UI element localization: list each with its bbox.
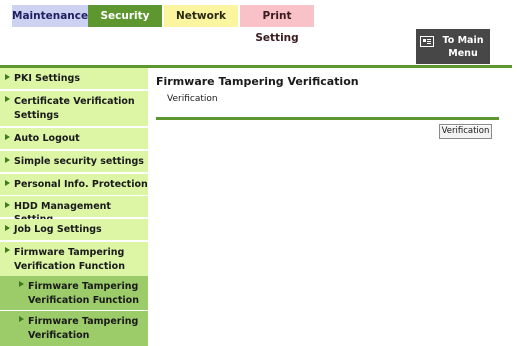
tab-network[interactable]: Network	[164, 5, 238, 27]
sidebar-item-label-line2: Verification Function	[14, 261, 125, 272]
sidebar: PKI Settings Certificate Verification Se…	[0, 68, 148, 346]
sidebar-item-label-line1: Firmware Tampering	[28, 281, 139, 292]
sidebar-item-job-log-settings[interactable]: Job Log Settings	[0, 219, 148, 240]
verification-button[interactable]: Verification	[439, 124, 492, 139]
sidebar-subitem-firmware-tampering-function[interactable]: Firmware Tampering Verification Function	[0, 276, 148, 310]
sidebar-item-label-line1: Firmware Tampering	[28, 316, 139, 327]
arrow-right-icon	[5, 96, 10, 102]
sidebar-item-label-line2: Verification	[28, 330, 90, 341]
arrow-right-icon	[5, 134, 10, 140]
to-main-menu-label: To Main Menu	[438, 34, 488, 60]
sidebar-item-label-line1: Firmware Tampering	[14, 247, 125, 258]
sidebar-item-label: Simple security settings	[14, 156, 144, 167]
content-divider	[156, 117, 499, 120]
page-title: Firmware Tampering Verification	[156, 75, 359, 88]
to-main-menu-button[interactable]: To Main Menu	[416, 29, 490, 64]
section-subtitle: Verification	[167, 94, 218, 104]
arrow-right-icon	[5, 74, 10, 80]
sidebar-item-auto-logout[interactable]: Auto Logout	[0, 128, 148, 149]
sidebar-item-firmware-tampering-function[interactable]: Firmware Tampering Verification Function	[0, 242, 148, 276]
sidebar-item-label: Auto Logout	[14, 133, 80, 144]
sidebar-item-label: PKI Settings	[14, 73, 81, 84]
sidebar-item-personal-info-protection[interactable]: Personal Info. Protection	[0, 174, 148, 195]
sidebar-item-pki-settings[interactable]: PKI Settings	[0, 68, 148, 89]
to-main-menu-line2: Menu	[448, 48, 478, 59]
tab-maintenance[interactable]: Maintenance	[12, 5, 88, 27]
to-main-menu-line1: To Main	[442, 35, 484, 46]
arrow-right-icon	[5, 180, 10, 186]
sidebar-item-hdd-management[interactable]: HDD Management Setting	[0, 196, 148, 225]
sidebar-subitem-firmware-tampering-verification[interactable]: Firmware Tampering Verification	[0, 311, 148, 346]
sidebar-item-label-line2: Settings	[14, 110, 59, 121]
arrow-right-icon	[5, 157, 10, 163]
sidebar-item-label: Personal Info. Protection	[14, 179, 148, 190]
arrow-right-icon	[19, 316, 24, 322]
sidebar-item-simple-security[interactable]: Simple security settings	[0, 151, 148, 172]
arrow-right-icon	[19, 281, 24, 287]
sidebar-item-label: Job Log Settings	[14, 224, 102, 235]
arrow-right-icon	[5, 202, 10, 208]
sidebar-item-label-line2: Verification Function	[28, 295, 139, 306]
arrow-right-icon	[5, 225, 10, 231]
sidebar-item-label-line1: Certificate Verification	[14, 96, 135, 107]
arrow-right-icon	[5, 247, 10, 253]
tab-print-setting[interactable]: Print Setting	[240, 5, 314, 44]
sidebar-item-certificate-verification[interactable]: Certificate Verification Settings	[0, 91, 148, 126]
tab-security[interactable]: Security	[88, 5, 162, 27]
main-menu-icon	[420, 36, 434, 47]
